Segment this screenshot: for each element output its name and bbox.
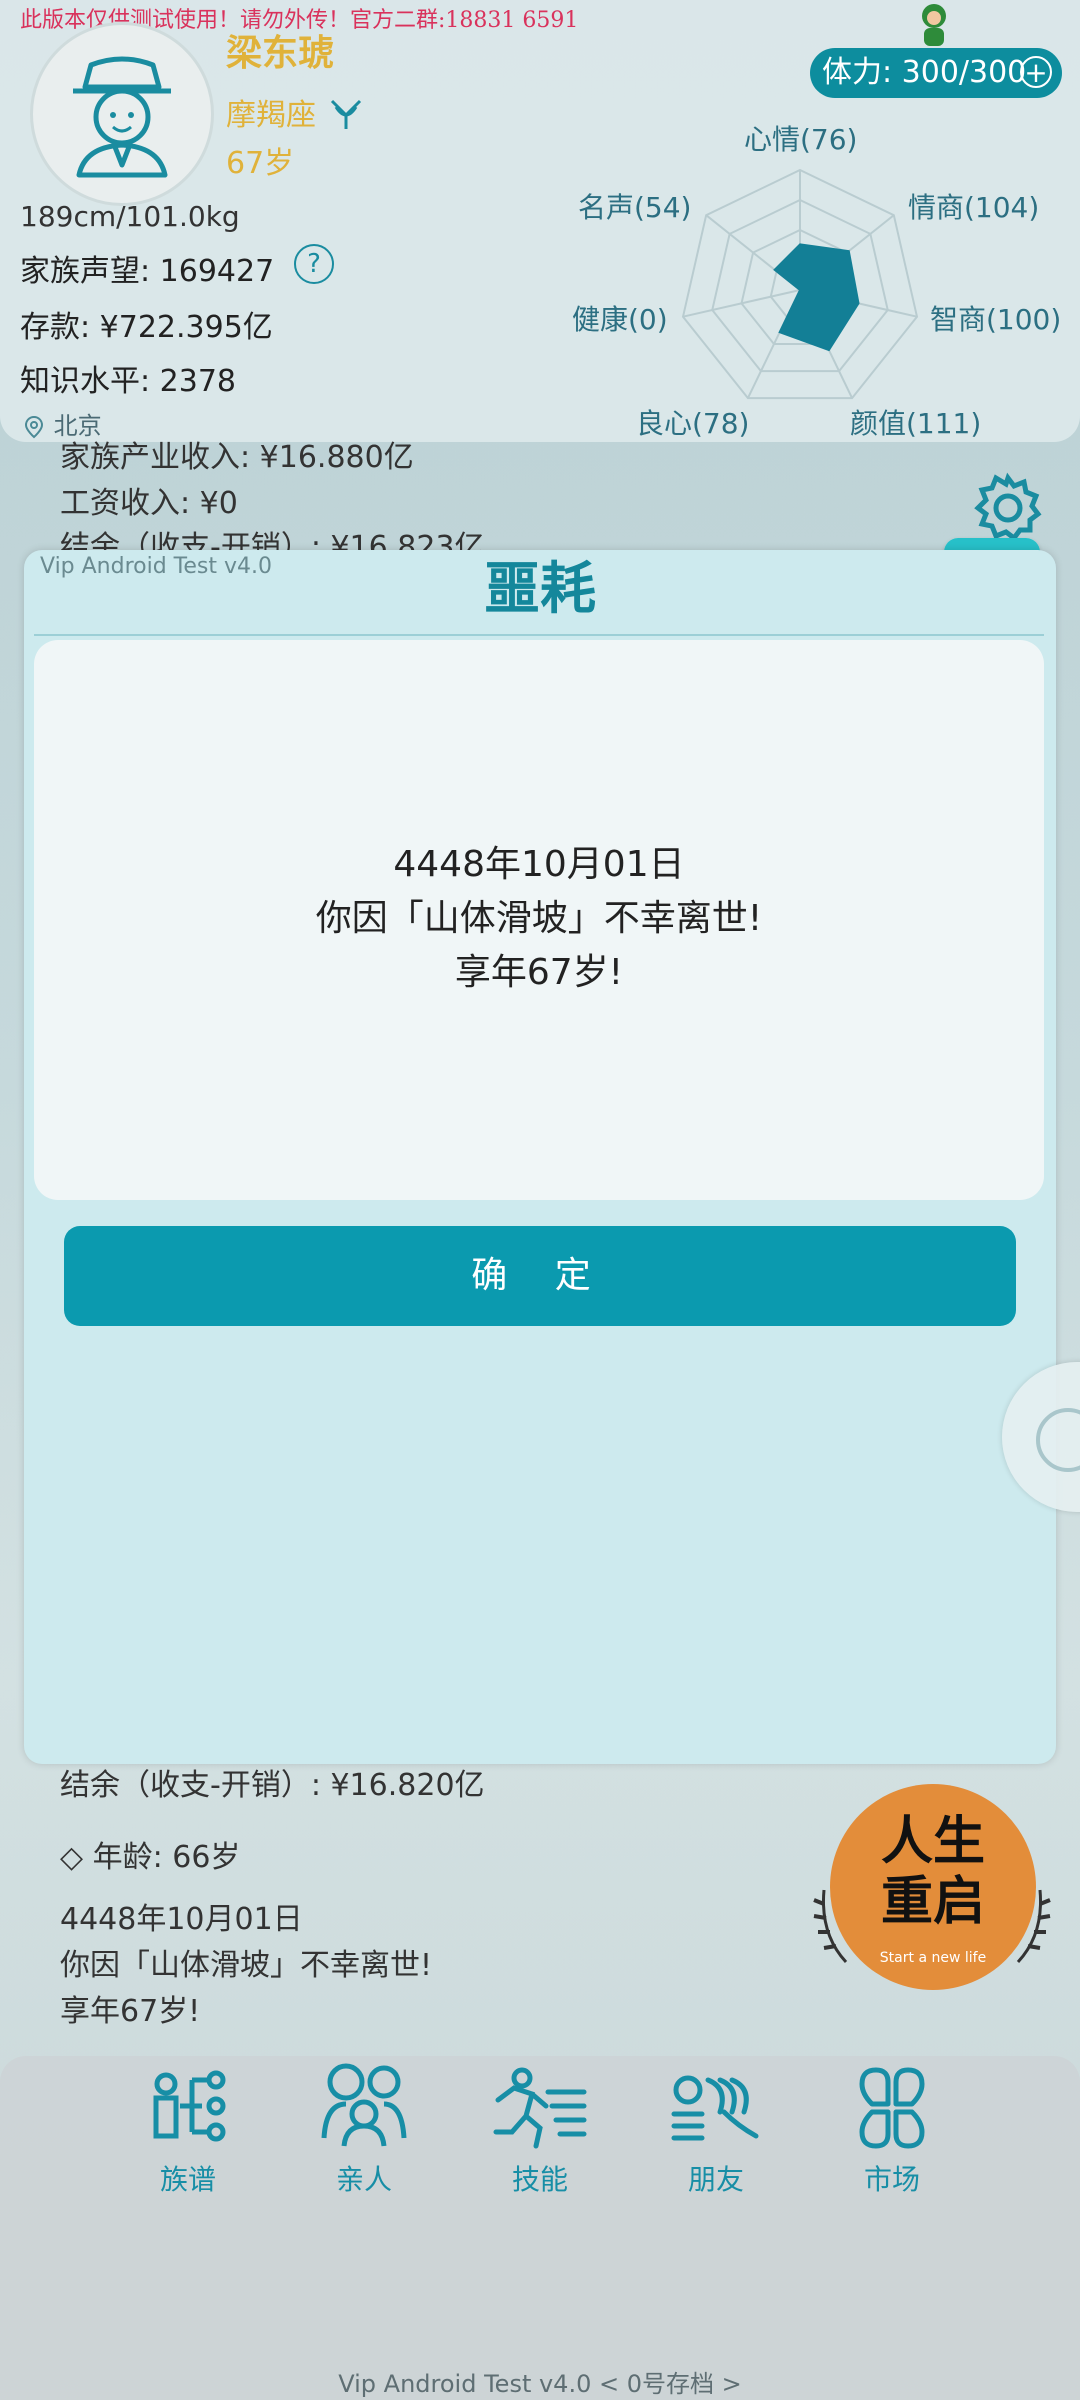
relatives-icon (321, 2063, 407, 2147)
age-line: ◇ 年龄: 66岁 (60, 1832, 240, 1876)
help-icon[interactable]: ? (294, 244, 334, 284)
wheat-right-icon (1014, 1884, 1054, 1964)
restart-subtitle: Start a new life (879, 1950, 987, 1966)
avatar-portrait-icon (73, 56, 171, 178)
capricorn-icon (326, 93, 366, 141)
savings: 存款: ¥722.395亿 (20, 310, 273, 345)
confirm-button[interactable]: 确 定 (64, 1226, 1016, 1326)
industry-income: 家族产业收入: ¥16.880亿 (60, 440, 414, 475)
dialog-message-box: 4448年10月01日 你因「山体滑坡」不幸离世! 享年67岁! (34, 640, 1044, 1200)
stamina-label: 体力: 300/300 (822, 55, 1027, 90)
message-age: 享年67岁! (454, 952, 624, 993)
message-cause: 你因「山体滑坡」不幸离世! (315, 898, 763, 939)
nav-skills-label: 技能 (511, 2163, 568, 2196)
radar-label-mood: 心情(76) (744, 123, 858, 156)
radar-label-eq: 情商(104) (908, 191, 1040, 224)
restart-life-button[interactable]: 人生 重启 Start a new life (830, 1784, 1036, 1990)
nav-family-tree[interactable]: 族谱 (128, 2066, 248, 2198)
character-age: 67岁 (226, 146, 295, 181)
restart-line2: 重启 (880, 1872, 985, 1932)
event-date: 4448年10月01日 (60, 1902, 303, 1937)
add-stamina-icon[interactable]: + (1020, 56, 1052, 88)
avatar[interactable] (30, 22, 214, 206)
settings-gear-icon[interactable] (972, 472, 1044, 544)
floating-button-icon (1036, 1408, 1080, 1472)
stamina-bar: 体力: 300/300 + (810, 48, 1062, 98)
zodiac-label: 摩羯座 (226, 98, 316, 133)
family-tree-icon (153, 2070, 226, 2142)
zodiac-sign: 摩羯座 (226, 90, 366, 141)
nav-family-tree-label: 族谱 (159, 2163, 216, 2196)
radar-data-area (773, 243, 860, 352)
attribute-radar-chart (681, 168, 919, 400)
radar-label-health: 健康(0) (572, 303, 668, 336)
radar-label-fame: 名声(54) (578, 191, 692, 224)
age-line-text: 年龄: 66岁 (92, 1840, 241, 1875)
footer-save-slot[interactable]: Vip Android Test v4.0 < 0号存档 > (0, 2364, 1080, 2399)
nav-friends-label: 朋友 (687, 2163, 744, 2196)
radar-label-conscience: 良心(78) (636, 407, 750, 440)
nav-market[interactable]: 市场 (832, 2066, 952, 2198)
knowledge-level: 知识水平: 2378 (20, 364, 236, 399)
nav-market-label: 市场 (863, 2163, 920, 2196)
death-notice-dialog: Vip Android Test v4.0 噩耗 4448年10月01日 你因「… (24, 550, 1056, 1764)
dialog-title: 噩耗 (484, 557, 596, 622)
market-clover-icon (859, 2067, 925, 2149)
radar-label-iq: 智商(100) (930, 303, 1062, 336)
event-text: 你因「山体滑坡」不幸离世! (60, 1948, 433, 1983)
running-skill-icon (493, 2067, 587, 2149)
title-divider (34, 634, 1044, 636)
salary-income: 工资收入: ¥0 (60, 486, 238, 521)
nav-relatives[interactable]: 亲人 (304, 2058, 424, 2198)
friends-icon (671, 2075, 759, 2141)
diamond-icon: ◇ (60, 1840, 93, 1875)
nav-friends[interactable]: 朋友 (656, 2066, 776, 2198)
balance-line-lower: 结余（收支-开销）: ¥16.820亿 (60, 1768, 485, 1803)
message-date: 4448年10月01日 (393, 844, 685, 885)
mascot-icon (916, 2, 952, 50)
radar-label-looks: 颜值(111) (850, 407, 982, 440)
height-weight: 189cm/101.0kg (20, 200, 240, 233)
nav-relatives-label: 亲人 (335, 2163, 392, 2196)
family-prestige: 家族声望: 169427 (20, 254, 275, 289)
nav-skills[interactable]: 技能 (480, 2066, 600, 2198)
character-name: 梁东琥 (226, 33, 335, 74)
wheat-left-icon (810, 1884, 850, 1964)
location-pin-icon (22, 412, 54, 440)
restart-line1: 人生 (880, 1812, 985, 1872)
event-age: 享年67岁! (60, 1994, 201, 2029)
